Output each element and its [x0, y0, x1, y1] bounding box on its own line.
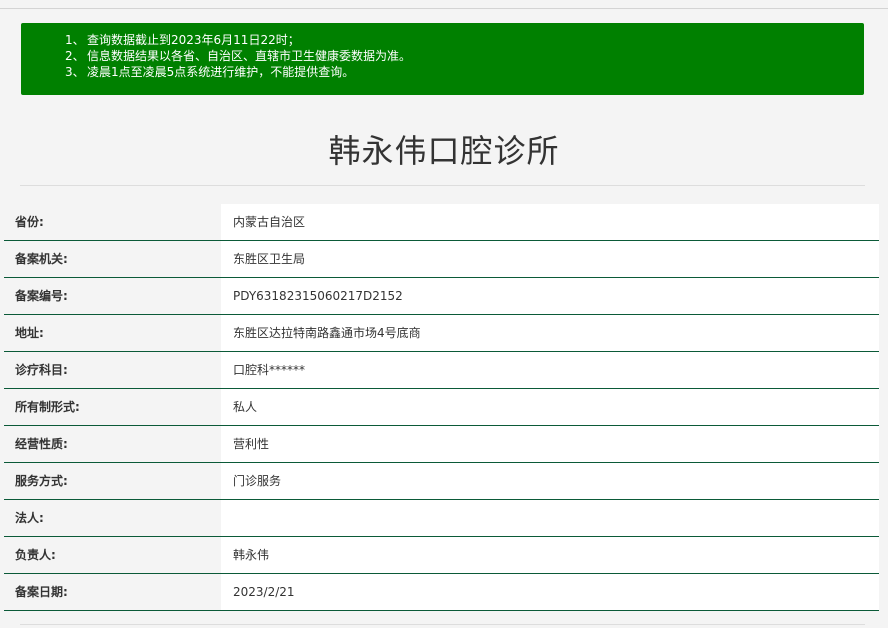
field-value	[221, 500, 879, 536]
field-label: 经营性质:	[4, 426, 221, 462]
table-row-departments: 诊疗科目: 口腔科******	[4, 352, 879, 389]
field-value: PDY63182315060217D2152	[221, 278, 879, 314]
bottom-divider	[20, 624, 865, 625]
notice-item-text: 信息数据结果以各省、自治区、直辖市卫生健康委数据为准。	[87, 49, 412, 63]
table-row-business-nature: 经营性质: 营利性	[4, 426, 879, 463]
title-divider	[20, 185, 865, 186]
field-label: 备案机关:	[4, 241, 221, 277]
field-label: 地址:	[4, 315, 221, 351]
field-value: 内蒙古自治区	[221, 204, 879, 240]
notice-item: 1、 查询数据截止到2023年6月11日22时；	[65, 32, 864, 48]
record-info-table: 省份: 内蒙古自治区 备案机关: 东胜区卫生局 备案编号: PDY6318231…	[4, 204, 879, 611]
notice-item-text: 查询数据截止到2023年6月11日22时；	[87, 33, 300, 47]
table-row-legal-person: 法人:	[4, 500, 879, 537]
table-row-province: 省份: 内蒙古自治区	[4, 204, 879, 241]
table-row-address: 地址: 东胜区达拉特南路鑫通市场4号底商	[4, 315, 879, 352]
notice-item-number: 2、	[65, 49, 85, 63]
table-row-ownership: 所有制形式: 私人	[4, 389, 879, 426]
field-label: 所有制形式:	[4, 389, 221, 425]
field-value: 东胜区达拉特南路鑫通市场4号底商	[221, 315, 879, 351]
field-label: 服务方式:	[4, 463, 221, 499]
top-divider	[0, 8, 888, 9]
notice-banner: 1、 查询数据截止到2023年6月11日22时； 2、 信息数据结果以各省、自治区、…	[21, 23, 864, 95]
table-row-authority: 备案机关: 东胜区卫生局	[4, 241, 879, 278]
notice-item: 2、 信息数据结果以各省、自治区、直辖市卫生健康委数据为准。	[65, 48, 864, 64]
page-title: 韩永伟口腔诊所	[328, 132, 560, 170]
table-row-record-date: 备案日期: 2023/2/21	[4, 574, 879, 611]
field-value: 私人	[221, 389, 879, 425]
field-label: 备案编号:	[4, 278, 221, 314]
field-value: 口腔科******	[221, 352, 879, 388]
notice-item-number: 1、	[65, 33, 85, 47]
field-value: 2023/2/21	[221, 574, 879, 610]
table-row-person-in-charge: 负责人: 韩永伟	[4, 537, 879, 574]
field-value: 韩永伟	[221, 537, 879, 573]
field-label: 省份:	[4, 204, 221, 240]
field-value: 门诊服务	[221, 463, 879, 499]
field-value: 东胜区卫生局	[221, 241, 879, 277]
field-value: 营利性	[221, 426, 879, 462]
table-row-record-number: 备案编号: PDY63182315060217D2152	[4, 278, 879, 315]
notice-item: 3、 凌晨1点至凌晨5点系统进行维护，不能提供查询。	[65, 64, 864, 80]
field-label: 法人:	[4, 500, 221, 536]
field-label: 负责人:	[4, 537, 221, 573]
table-row-service-mode: 服务方式: 门诊服务	[4, 463, 879, 500]
field-label: 备案日期:	[4, 574, 221, 610]
field-label: 诊疗科目:	[4, 352, 221, 388]
notice-item-text: 凌晨1点至凌晨5点系统进行维护，不能提供查询。	[87, 65, 355, 79]
notice-item-number: 3、	[65, 65, 85, 79]
